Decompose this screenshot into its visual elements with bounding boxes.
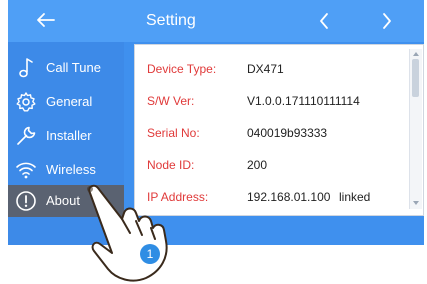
scrollbar[interactable] bbox=[409, 49, 422, 209]
next-page-button[interactable] bbox=[372, 0, 402, 42]
info-value: V1.0.0.171110111114 bbox=[247, 94, 360, 108]
info-key: Device Type: bbox=[147, 62, 217, 76]
top-bar: Setting bbox=[8, 0, 424, 42]
info-row-device-type: Device Type: DX471 bbox=[135, 53, 405, 85]
pointing-hand-icon bbox=[87, 184, 168, 282]
sidebar-item-installer[interactable]: Installer bbox=[8, 120, 124, 152]
sidebar-item-general[interactable]: General bbox=[8, 86, 124, 118]
scroll-up-arrow-icon[interactable] bbox=[412, 50, 420, 58]
arrow-left-icon bbox=[37, 13, 55, 27]
info-key: Serial No: bbox=[147, 126, 200, 140]
info-key: S/W Ver: bbox=[147, 94, 195, 108]
gear-icon bbox=[16, 92, 36, 112]
info-row-sw-ver: S/W Ver: V1.0.0.171110111114 bbox=[135, 85, 405, 117]
info-icon bbox=[16, 191, 36, 211]
sidebar-item-label: General bbox=[46, 94, 93, 109]
previous-page-button[interactable] bbox=[309, 0, 339, 42]
music-note-icon bbox=[19, 58, 33, 78]
sidebar-item-label: Call Tune bbox=[46, 60, 101, 75]
sidebar-item-label: Installer bbox=[46, 128, 92, 143]
back-button[interactable] bbox=[26, 0, 66, 42]
link-status: linked bbox=[339, 190, 371, 204]
sidebar-item-call-tune[interactable]: Call Tune bbox=[8, 52, 124, 84]
info-value: 200 bbox=[247, 158, 268, 172]
scroll-down-arrow-icon[interactable] bbox=[412, 199, 420, 207]
step-badge: 1 bbox=[140, 244, 160, 264]
info-value: DX471 bbox=[247, 62, 284, 76]
wifi-icon bbox=[16, 162, 36, 179]
scrollbar-thumb[interactable] bbox=[412, 59, 419, 97]
step-badge-number: 1 bbox=[146, 247, 154, 261]
wrench-icon bbox=[17, 126, 36, 145]
chevron-left-icon bbox=[320, 13, 328, 29]
chevron-right-icon bbox=[383, 13, 391, 29]
info-row-serial-no: Serial No: 040019b93333 bbox=[135, 117, 405, 149]
page-title: Setting bbox=[146, 12, 196, 29]
info-value: 040019b93333 bbox=[247, 126, 328, 140]
info-value: 192.168.01.100 bbox=[247, 190, 331, 204]
